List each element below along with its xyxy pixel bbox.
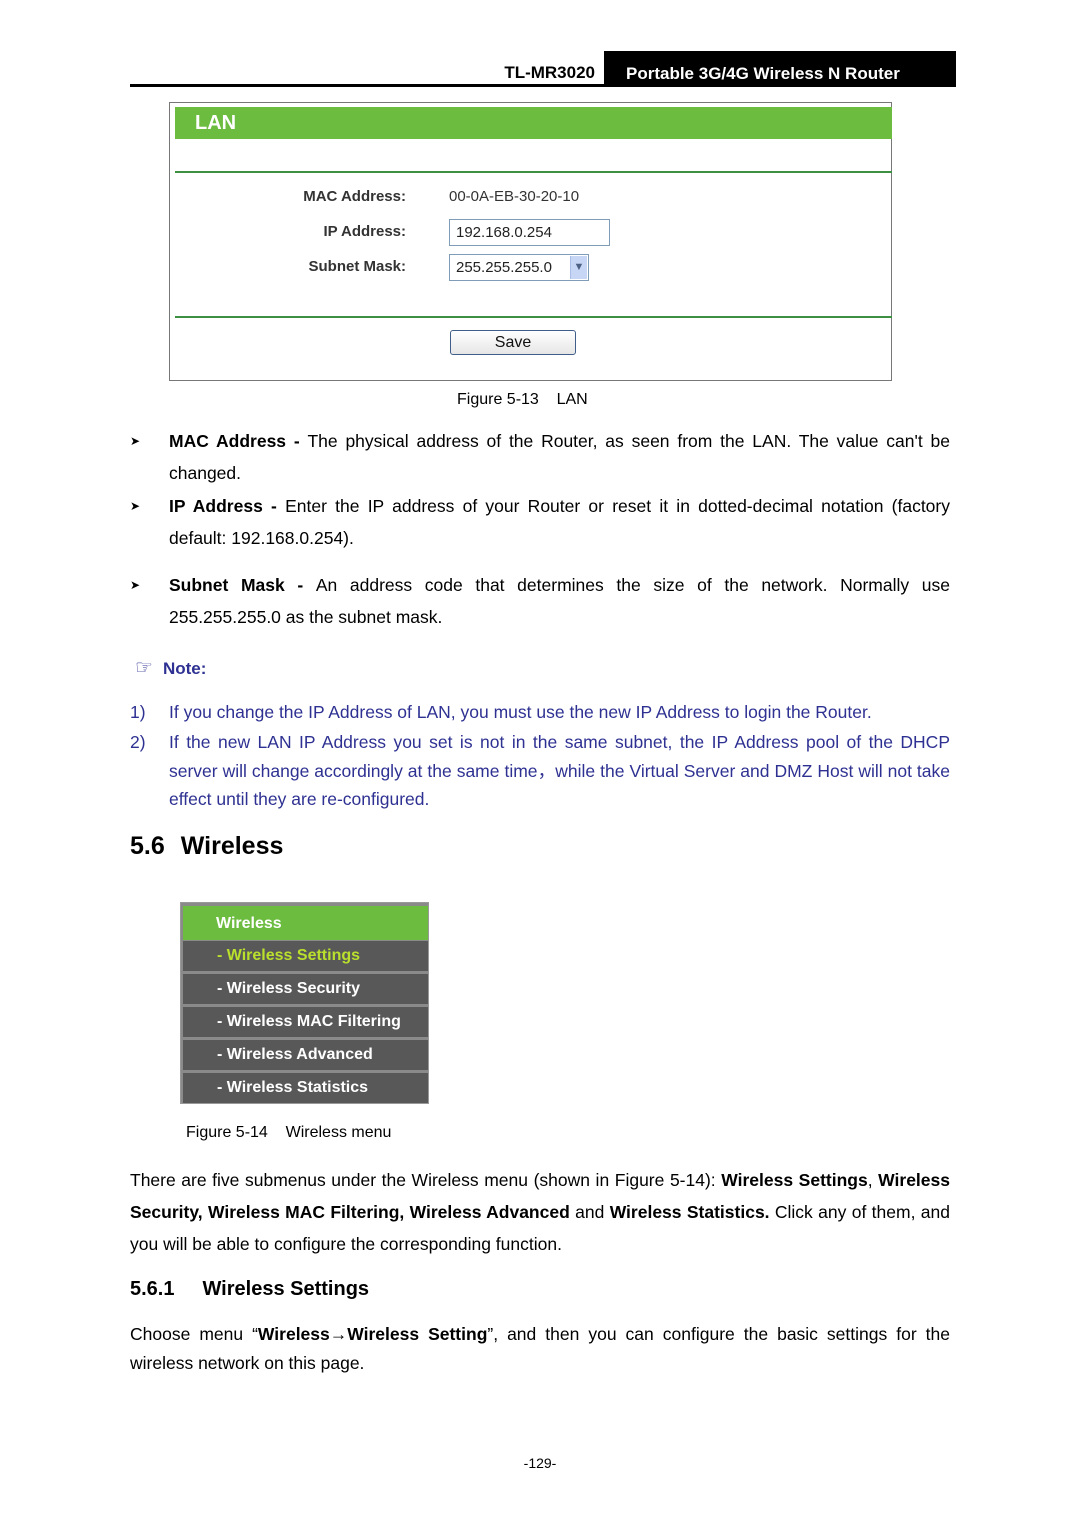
header-rule <box>130 84 956 87</box>
section-heading: 5.6 Wireless <box>130 832 283 861</box>
ip-address-input[interactable]: 192.168.0.254 <box>449 219 610 246</box>
subsection-heading: 5.6.1 Wireless Settings <box>130 1278 369 1301</box>
bullet-term: IP Address - <box>169 496 286 516</box>
ip-address-value: 192.168.0.254 <box>456 224 552 241</box>
text-run: and <box>569 1202 610 1222</box>
bullet-term: Subnet Mask - <box>169 575 316 595</box>
note-heading: ☞ Note: <box>135 655 206 680</box>
subsection-title: Wireless Settings <box>202 1278 370 1300</box>
menu-item-wireless-settings[interactable]: - Wireless Settings <box>183 941 428 971</box>
figure-caption-lan: Figure 5-13 LAN <box>457 391 588 408</box>
lan-figure: LAN MAC Address: 00-0A-EB-30-20-10 IP Ad… <box>169 102 892 381</box>
intro-paragraph: There are five submenus under the Wirele… <box>130 1164 950 1260</box>
note-item: 2) If the new LAN IP Address you set is … <box>130 728 950 814</box>
lan-separator-bottom <box>175 316 892 318</box>
subsection-number: 5.6.1 <box>130 1278 175 1300</box>
bullet-text: Enter the IP address of your Router or r… <box>169 496 950 548</box>
lan-separator-top <box>175 171 892 173</box>
menu-item-wireless-security[interactable]: - Wireless Security <box>183 974 428 1004</box>
menu-item-wireless-mac-filtering[interactable]: - Wireless MAC Filtering <box>183 1007 428 1037</box>
ip-address-label: IP Address: <box>323 223 406 240</box>
chevron-down-icon[interactable]: ▼ <box>570 256 587 279</box>
menu-item-wireless-advanced[interactable]: - Wireless Advanced <box>183 1040 428 1070</box>
section-title: Wireless <box>180 832 284 860</box>
bullet-arrow-icon: ➤ <box>130 499 141 513</box>
bullet-arrow-icon: ➤ <box>130 434 141 448</box>
subnet-mask-select[interactable]: 255.255.255.0 ▼ <box>449 254 589 281</box>
lan-title: LAN <box>175 107 892 139</box>
menu-item-wireless[interactable]: Wireless <box>183 906 428 940</box>
note-label: Note: <box>162 659 207 678</box>
menu-item-wireless-statistics[interactable]: - Wireless Statistics <box>183 1073 428 1103</box>
bullet-term: MAC Address - <box>169 431 308 451</box>
subnet-mask-label: Subnet Mask: <box>308 258 406 275</box>
subnet-mask-value: 255.255.255.0 <box>456 259 552 276</box>
note-number: 2) <box>130 732 146 752</box>
bold-run: Wireless Settings <box>721 1170 868 1190</box>
bold-run: Wireless→Wireless Setting <box>257 1324 488 1344</box>
header-model: TL-MR3020 <box>504 63 595 82</box>
text-run: Choose menu “ <box>130 1324 258 1344</box>
note-text: If the new LAN IP Address you set is not… <box>169 732 950 809</box>
header-product: Portable 3G/4G Wireless N Router <box>604 51 956 87</box>
mac-address-label: MAC Address: <box>303 188 406 205</box>
mac-address-value: 00-0A-EB-30-20-10 <box>449 188 580 205</box>
bullet-arrow-icon: ➤ <box>130 578 141 592</box>
section-number: 5.6 <box>130 832 165 860</box>
pointing-hand-icon: ☞ <box>135 657 153 679</box>
note-text: If you change the IP Address of LAN, you… <box>169 702 872 722</box>
bullet-subnet-mask: ➤ Subnet Mask - An address code that det… <box>130 569 950 633</box>
text-run: There are five submenus under the Wirele… <box>130 1170 722 1190</box>
bold-run: Wireless Statistics. <box>609 1202 770 1222</box>
bullet-ip-address: ➤ IP Address - Enter the IP address of y… <box>130 490 950 554</box>
save-button[interactable]: Save <box>450 330 576 355</box>
text-run: , <box>867 1170 879 1190</box>
note-item: 1) If you change the IP Address of LAN, … <box>130 698 950 727</box>
note-number: 1) <box>130 702 146 722</box>
page-number: -129- <box>523 1455 557 1471</box>
choose-menu-paragraph: Choose menu “Wireless→Wireless Setting”,… <box>130 1320 950 1378</box>
figure-caption-wireless-menu: Figure 5-14 Wireless menu <box>186 1124 392 1141</box>
bullet-mac-address: ➤ MAC Address - The physical address of … <box>130 425 950 489</box>
wireless-menu-figure: Wireless - Wireless Settings - Wireless … <box>180 902 429 1104</box>
